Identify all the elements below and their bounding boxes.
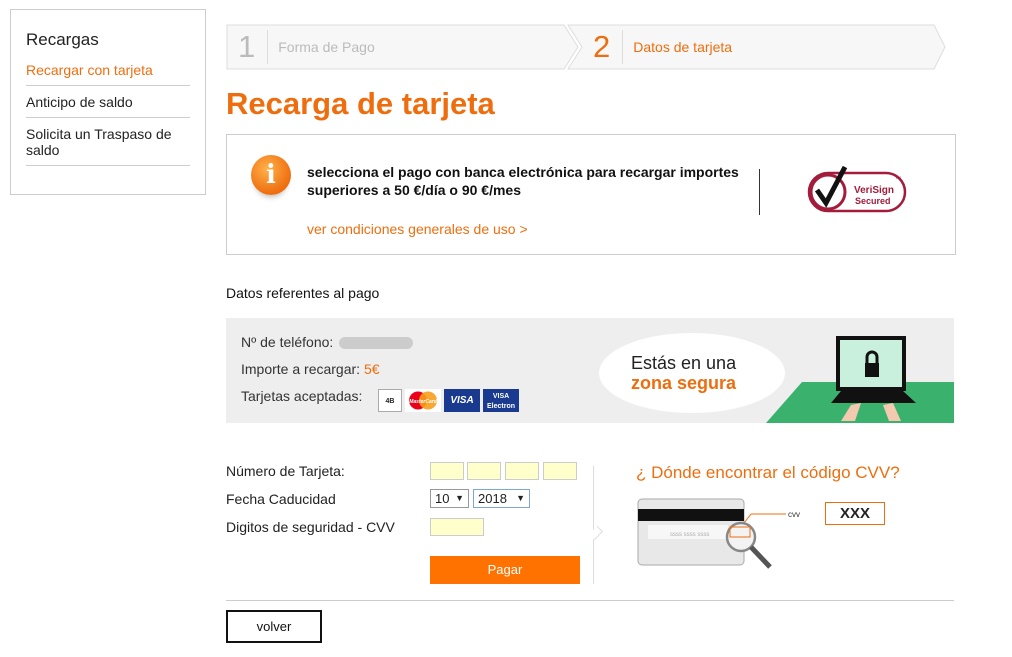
sidebar-item-recargar-tarjeta[interactable]: Recargar con tarjeta xyxy=(26,62,190,86)
step-1-number: 1 xyxy=(226,30,269,64)
divider-chevron xyxy=(588,525,604,541)
chevron-down-icon: ▼ xyxy=(455,493,464,503)
sidebar-item-anticipo-saldo[interactable]: Anticipo de saldo xyxy=(26,86,190,118)
expiry-month-value: 10 xyxy=(435,491,450,506)
card-mastercard-logo: MasterCard xyxy=(405,389,441,412)
cvv-input[interactable] xyxy=(430,518,484,536)
info-divider xyxy=(759,169,760,215)
amount-row: Importe a recargar: 5€ xyxy=(241,361,380,377)
verisign-text: VeriSign xyxy=(854,185,894,196)
sidebar-item-traspaso-saldo[interactable]: Solicita un Traspaso de saldo xyxy=(26,118,190,166)
mastercard-text: MasterCard xyxy=(409,399,437,405)
secure-zone-text-1: Estás en una xyxy=(631,353,737,373)
payment-section-title: Datos referentes al pago xyxy=(226,285,380,301)
chevron-down-icon: ▼ xyxy=(516,493,525,503)
trademark-text: TM xyxy=(895,175,901,180)
pay-button[interactable]: Pagar xyxy=(430,556,580,584)
cvv-label: Digitos de seguridad - CVV xyxy=(226,519,395,535)
step-2-number: 2 xyxy=(581,30,624,64)
sidebar-title: Recargas xyxy=(26,30,99,49)
svg-text:ssss ssss ssss: ssss ssss ssss xyxy=(670,532,709,538)
secure-zone-text-2: zona segura xyxy=(631,373,737,393)
payment-info-panel: Nº de teléfono: Importe a recargar: 5€ T… xyxy=(226,318,954,423)
card-visa-logo: VISA xyxy=(444,389,480,412)
info-box: i selecciona el pago con banca electróni… xyxy=(226,134,956,255)
phone-label: Nº de teléfono: xyxy=(241,334,334,350)
card-number-label: Número de Tarjeta: xyxy=(226,463,345,479)
step-2-label: Datos de tarjeta xyxy=(633,39,733,55)
verisign-secured-logo: VeriSign Secured TM xyxy=(807,165,907,213)
info-text: selecciona el pago con banca electrónica… xyxy=(307,164,739,198)
horizontal-rule xyxy=(226,600,954,601)
card-4b-logo: 4B xyxy=(378,389,402,412)
card-back-illustration: ssss ssss ssss cvv xyxy=(637,498,800,569)
back-button[interactable]: volver xyxy=(226,610,322,643)
conditions-link[interactable]: ver condiciones generales de uso > xyxy=(307,221,528,237)
expiry-label: Fecha Caducidad xyxy=(226,491,336,507)
info-icon: i xyxy=(251,155,291,195)
progress-steps: 1 Forma de Pago 2 Datos de tarjeta xyxy=(226,24,946,70)
step-1-label: Forma de Pago xyxy=(278,39,375,55)
step-1: 1 Forma de Pago xyxy=(226,24,375,70)
amount-label: Importe a recargar: xyxy=(241,361,361,377)
cards-label: Tarjetas aceptadas: xyxy=(241,388,363,404)
step-2: 2 Datos de tarjeta xyxy=(581,24,732,70)
card-number-input-3[interactable] xyxy=(505,462,539,480)
amount-value: 5€ xyxy=(363,361,380,377)
phone-row: Nº de teléfono: xyxy=(241,334,414,350)
accepted-cards: 4B MasterCard VISA VISA Electron xyxy=(378,389,519,412)
cvv-tag: cvv xyxy=(788,510,800,519)
expiry-month-select[interactable]: 10 ▼ xyxy=(430,489,469,508)
card-number-input-1[interactable] xyxy=(430,462,464,480)
secured-text: Secured xyxy=(855,196,891,206)
sidebar: Recargas Recargar con tarjeta Anticipo d… xyxy=(10,9,206,195)
laptop-lock-icon xyxy=(831,336,916,421)
card-number-input-2[interactable] xyxy=(467,462,501,480)
cvv-example: XXX xyxy=(825,502,885,525)
page-title: Recarga de tarjeta xyxy=(226,86,495,121)
vertical-divider xyxy=(593,466,594,584)
expiry-year-select[interactable]: 2018 ▼ xyxy=(473,489,530,508)
phone-value-redacted xyxy=(339,337,414,350)
cvv-help-title: ¿ Dónde encontrar el código CVV? xyxy=(636,463,900,482)
expiry-year-value: 2018 xyxy=(478,491,507,506)
card-visa-electron-logo: VISA Electron xyxy=(483,389,519,412)
card-number-input-4[interactable] xyxy=(543,462,577,480)
